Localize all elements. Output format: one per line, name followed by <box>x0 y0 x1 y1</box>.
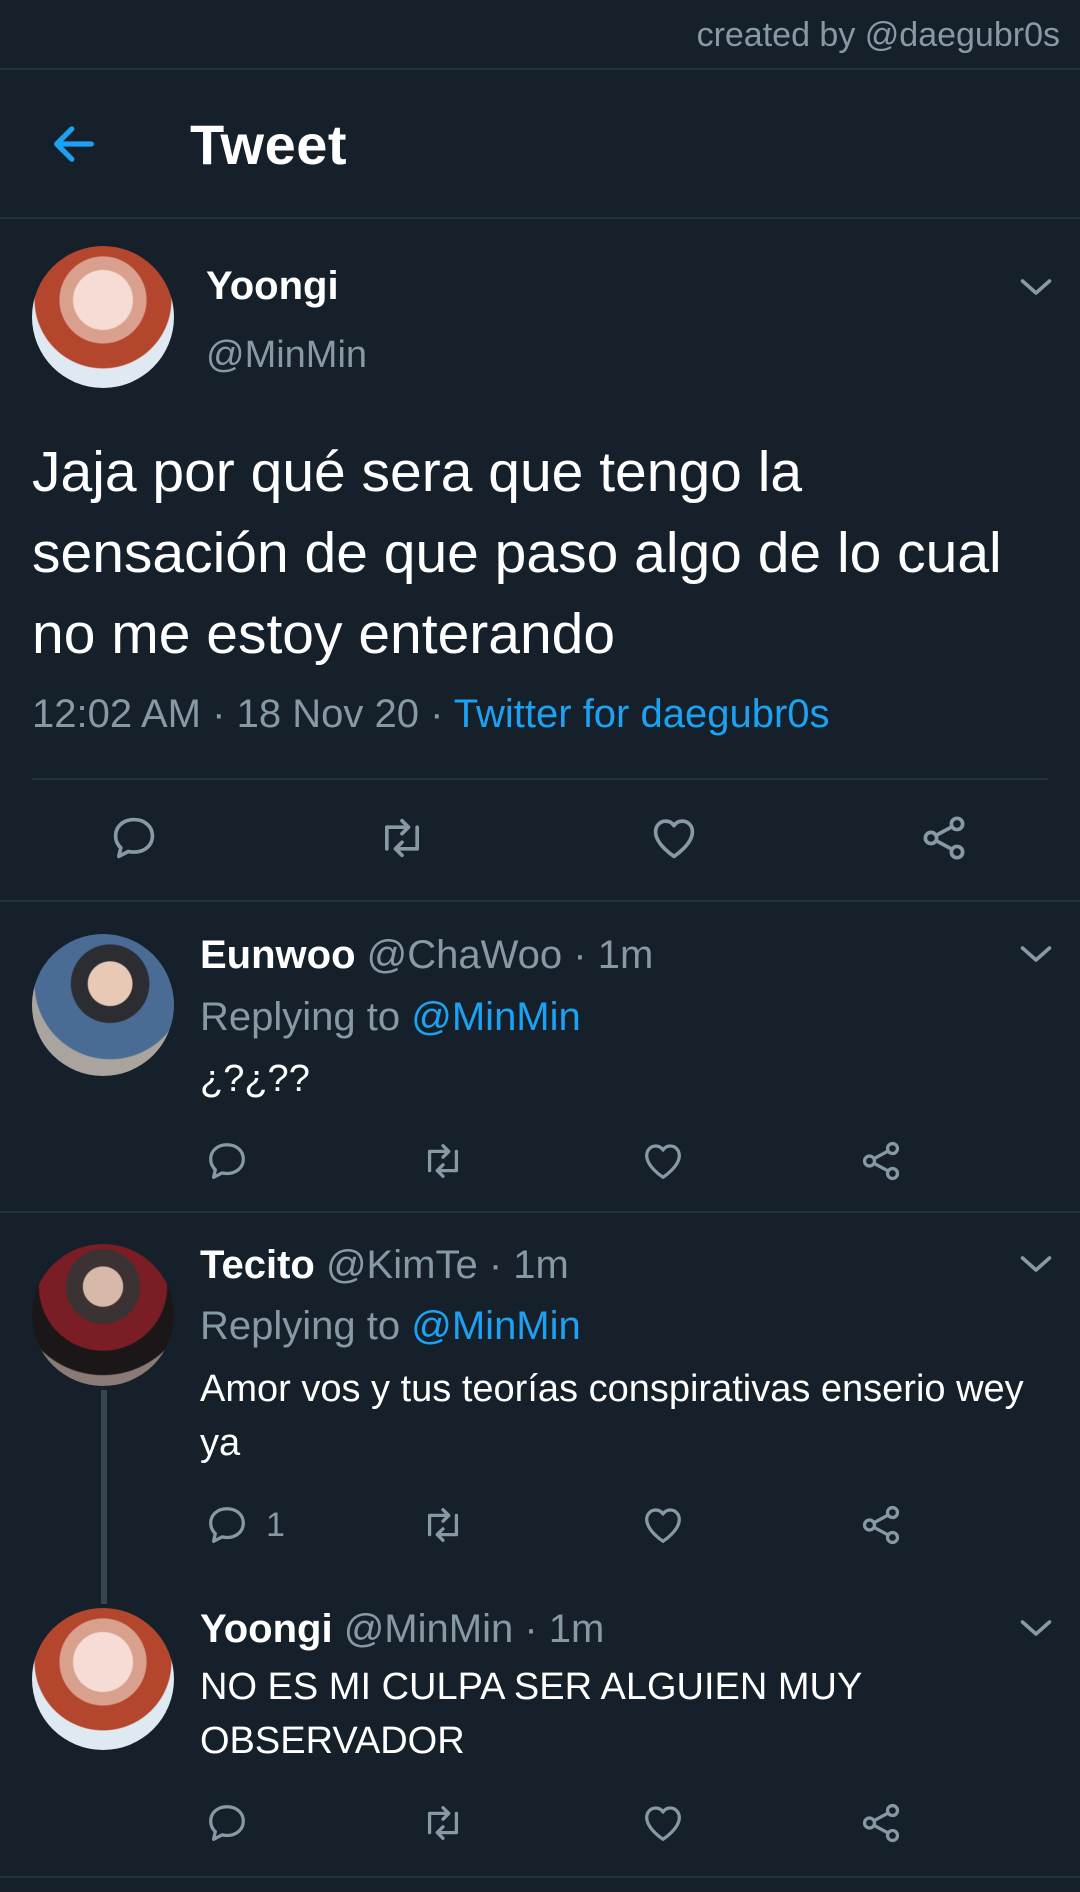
like-icon[interactable] <box>640 1138 686 1184</box>
author-handle[interactable]: @ChaWoo <box>367 933 563 977</box>
author-name[interactable]: Yoongi <box>200 1607 333 1651</box>
reply-header: Tecito @KimTe · 1m <box>200 1243 569 1288</box>
avatar[interactable] <box>32 246 174 388</box>
reply-time: · 1m <box>524 1607 605 1651</box>
tweet-source-link[interactable]: Twitter for daegubr0s <box>454 692 830 736</box>
reply-icon[interactable] <box>204 1502 250 1548</box>
like-icon[interactable] <box>640 1502 686 1548</box>
reply-count: 1 <box>266 1506 285 1544</box>
retweet-icon[interactable] <box>420 1138 466 1184</box>
thread-connector <box>101 1390 107 1604</box>
reply-time: · 1m <box>488 1243 569 1287</box>
divider <box>0 1876 1080 1878</box>
replying-to-link[interactable]: @MinMin <box>411 995 581 1039</box>
share-icon[interactable] <box>858 1138 904 1184</box>
like-icon[interactable] <box>648 812 700 864</box>
reply-text: Amor vos y tus teorías conspirativas ens… <box>200 1368 1024 1464</box>
reply-icon[interactable] <box>204 1800 250 1846</box>
divider <box>0 900 1080 902</box>
arrow-left-icon[interactable] <box>48 118 100 170</box>
author-name[interactable]: Tecito <box>200 1243 315 1287</box>
chevron-down-icon[interactable] <box>1018 1252 1054 1276</box>
reply-time: · 1m <box>573 933 654 977</box>
reply-icon[interactable] <box>204 1138 250 1184</box>
tweet-meta: 12:02 AM · 18 Nov 20 · Twitter for daegu… <box>32 692 830 737</box>
reply-header: Eunwoo @ChaWoo · 1m <box>200 933 653 978</box>
tweet-text: Jaja por qué sera que tengo la sensación… <box>32 440 1002 666</box>
author-handle[interactable]: @MinMin <box>206 334 367 377</box>
avatar[interactable] <box>32 934 174 1076</box>
author-handle[interactable]: @MinMin <box>344 1607 514 1651</box>
replying-to: Replying to @MinMin <box>200 995 581 1040</box>
meta-separator: · <box>430 692 444 736</box>
replying-to-link[interactable]: @MinMin <box>411 1304 581 1348</box>
author-handle[interactable]: @KimTe <box>326 1243 478 1287</box>
reply-text: ¿?¿?? <box>200 1058 310 1100</box>
avatar[interactable] <box>32 1244 174 1386</box>
share-icon[interactable] <box>918 812 970 864</box>
replying-prefix: Replying to <box>200 995 401 1039</box>
chevron-down-icon[interactable] <box>1018 942 1054 966</box>
meta-separator: · <box>212 692 226 736</box>
author-name[interactable]: Yoongi <box>206 264 339 309</box>
chevron-down-icon[interactable] <box>1018 1616 1054 1640</box>
avatar[interactable] <box>32 1608 174 1750</box>
like-icon[interactable] <box>640 1800 686 1846</box>
chevron-down-icon[interactable] <box>1018 275 1054 299</box>
divider <box>0 217 1080 219</box>
tweet-date: 18 Nov 20 <box>236 692 419 736</box>
reply-text: NO ES MI CULPA SER ALGUIEN MUY OBSERVADO… <box>200 1666 862 1762</box>
reply-icon[interactable] <box>108 812 160 864</box>
share-icon[interactable] <box>858 1502 904 1548</box>
author-name[interactable]: Eunwoo <box>200 933 356 977</box>
page-title: Tweet <box>190 113 348 176</box>
retweet-icon[interactable] <box>420 1502 466 1548</box>
replying-to: Replying to @MinMin <box>200 1304 581 1349</box>
divider <box>32 778 1048 780</box>
tweet-time: 12:02 AM <box>32 692 202 736</box>
divider <box>0 1211 1080 1213</box>
divider <box>0 68 1080 70</box>
retweet-icon[interactable] <box>376 812 428 864</box>
retweet-icon[interactable] <box>420 1800 466 1846</box>
creator-watermark: created by @daegubr0s <box>696 16 1060 54</box>
replying-prefix: Replying to <box>200 1304 401 1348</box>
reply-header: Yoongi @MinMin · 1m <box>200 1607 604 1652</box>
share-icon[interactable] <box>858 1800 904 1846</box>
